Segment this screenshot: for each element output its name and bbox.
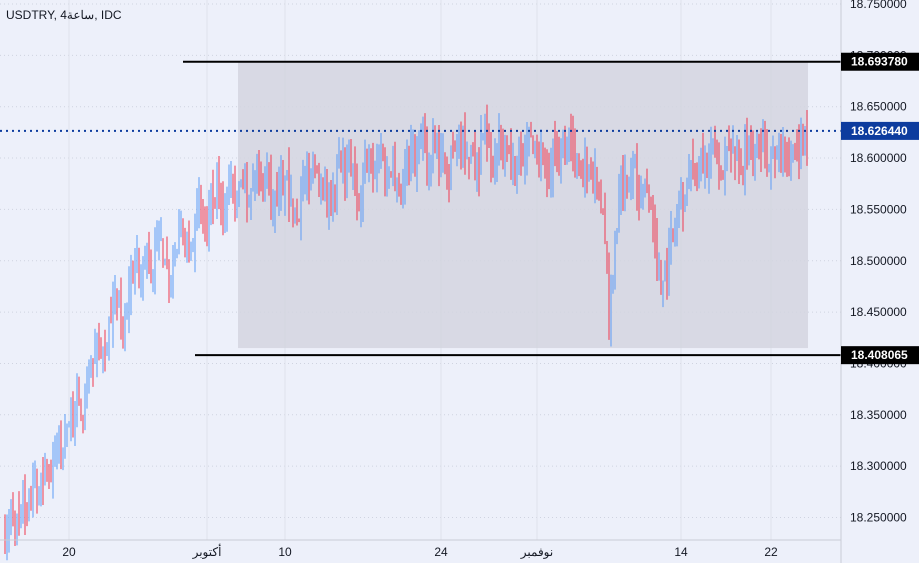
y-tick-label: 18.550000 <box>850 202 907 216</box>
y-tick-label: 18.500000 <box>850 254 907 268</box>
x-tick-label: 10 <box>278 545 292 559</box>
chart-title: USDTRY, 4ساعة, IDC <box>6 8 122 22</box>
support-price-label: 18.408065 <box>851 348 908 362</box>
range-box <box>238 62 808 349</box>
x-tick-label: أكتوبر <box>192 544 222 559</box>
y-tick-label: 18.350000 <box>850 408 907 422</box>
y-tick-label: 18.750000 <box>850 0 907 11</box>
time-axis[interactable]: 20 أكتوبر 10 24 نوفمبر 14 22 <box>62 544 778 559</box>
x-tick-label: نوفمبر <box>520 545 553 559</box>
price-chart[interactable]: 18.75000018.70000018.65000018.60000018.5… <box>0 0 919 563</box>
x-tick-label: 24 <box>434 545 448 559</box>
y-tick-label: 18.450000 <box>850 305 907 319</box>
x-tick-label: 22 <box>764 545 778 559</box>
y-tick-label: 18.600000 <box>850 151 907 165</box>
y-tick-label: 18.250000 <box>850 511 907 525</box>
price-axis[interactable]: 18.75000018.70000018.65000018.60000018.5… <box>850 0 907 525</box>
resistance-price-label: 18.693780 <box>851 55 908 69</box>
y-tick-label: 18.300000 <box>850 459 907 473</box>
x-tick-label: 14 <box>674 545 688 559</box>
y-tick-label: 18.650000 <box>850 100 907 114</box>
x-tick-label: 20 <box>62 545 76 559</box>
last-price-label: 18.626440 <box>851 124 908 138</box>
